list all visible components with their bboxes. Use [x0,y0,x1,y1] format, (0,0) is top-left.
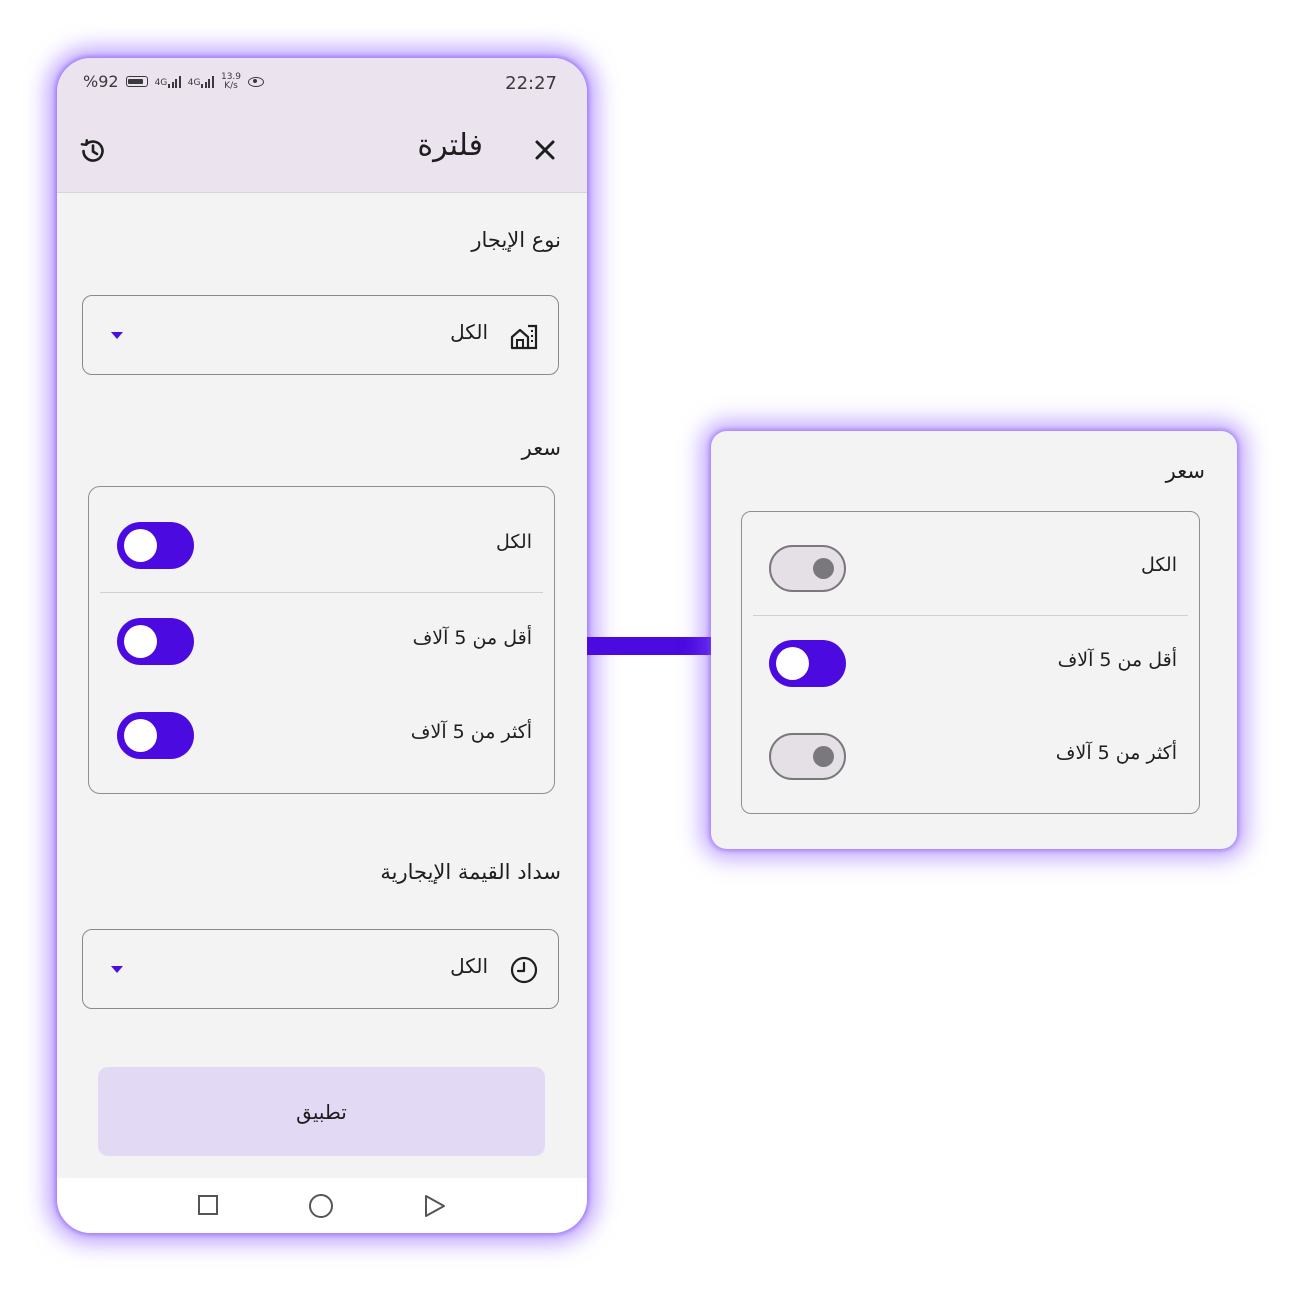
price-option-row: أكثر من 5 آلاف [89,705,554,765]
toggle-knob [813,558,834,579]
zoom-option-toggle[interactable] [769,545,846,592]
apply-button[interactable]: تطبيق [98,1067,545,1156]
zoom-connector [587,637,712,655]
nav-back-icon[interactable] [423,1193,447,1219]
toggle-knob [813,746,834,767]
eye-icon [248,76,265,87]
toggle-knob [124,625,157,658]
battery-icon [125,76,148,87]
zoom-price-options: الكل أقل من 5 آلاف أكثر من 5 آلاف [741,511,1200,814]
price-option-toggle[interactable] [117,522,194,569]
signal-group-2: 4G [187,75,214,88]
rental-type-value: الكل [450,320,488,344]
zoom-option-toggle[interactable] [769,640,846,687]
rental-type-dropdown[interactable]: الكل [82,295,559,375]
status-indicators: %92 4G 4G 13.9 K/s [83,72,265,91]
price-option-toggle[interactable] [117,618,194,665]
close-icon[interactable] [531,136,559,164]
price-option-toggle[interactable] [117,712,194,759]
zoom-option-label: أكثر من 5 آلاف [1055,742,1177,764]
signal-group-1: 4G [154,75,181,88]
status-bar: %92 4G 4G 13.9 K/s 22:27 [57,58,587,112]
dropdown-arrow-icon [111,332,123,339]
payment-label: سداد القيمة الإيجارية [380,860,561,884]
payment-value: الكل [450,954,488,978]
status-time: 22:27 [505,73,557,94]
network-type-2: 4G [187,77,201,88]
price-option-row: أقل من 5 آلاف [89,611,554,671]
price-label: سعر [521,436,561,460]
dropdown-arrow-icon [111,966,123,973]
history-icon[interactable] [77,136,107,166]
phone-screen: %92 4G 4G 13.9 K/s 22:27 فلترة نوع الإيج… [57,58,587,1233]
speed-unit: K/s [224,80,238,91]
app-bar: فلترة [57,112,587,193]
clock-icon [510,956,538,984]
divider [753,615,1188,616]
price-option-row: الكل [89,515,554,575]
divider [100,592,543,593]
network-type-1: 4G [154,77,168,88]
zoom-option-toggle[interactable] [769,733,846,780]
signal-icon [201,75,214,88]
price-options-card: الكل أقل من 5 آلاف أكثر من 5 آلاف [88,486,555,794]
zoom-option-row: أقل من 5 آلاف [742,633,1199,693]
page-title: فلترة [417,128,483,163]
zoom-option-label: أقل من 5 آلاف [1057,649,1177,671]
nav-square-icon[interactable] [198,1195,218,1215]
price-option-label: الكل [496,531,532,553]
toggle-knob [124,529,157,562]
price-option-label: أقل من 5 آلاف [412,627,532,649]
battery-percent: %92 [83,72,119,91]
building-home-icon [510,324,538,350]
toggle-knob [776,647,809,680]
zoom-option-row: الكل [742,538,1199,598]
system-nav-bar [57,1178,587,1233]
zoom-option-label: الكل [1141,554,1177,576]
payment-dropdown[interactable]: الكل [82,929,559,1009]
toggle-knob [124,719,157,752]
signal-icon [168,75,181,88]
rental-type-label: نوع الإيجار [471,228,561,252]
network-speed: 13.9 K/s [221,72,241,91]
zoom-callout-card: سعر الكل أقل من 5 آلاف أكثر من 5 آلاف [711,431,1237,849]
zoom-price-label: سعر [1165,459,1205,483]
zoom-option-row: أكثر من 5 آلاف [742,726,1199,786]
nav-circle-icon[interactable] [309,1194,333,1218]
screenshot-stage: %92 4G 4G 13.9 K/s 22:27 فلترة نوع الإيج… [0,0,1293,1293]
price-option-label: أكثر من 5 آلاف [410,721,532,743]
